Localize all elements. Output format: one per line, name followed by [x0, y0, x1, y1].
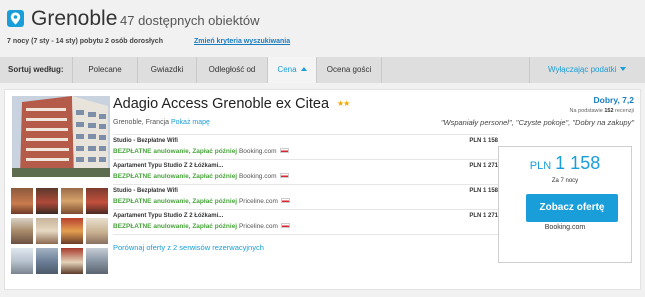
divider — [381, 57, 382, 83]
offer-provider: Priceline.com — [238, 223, 278, 230]
hotel-name[interactable]: Adagio Access Grenoble ex Citea — [113, 96, 329, 112]
offer-price: PLN 1 271 — [469, 163, 498, 169]
chevron-down-icon — [620, 67, 627, 71]
sort-option-distance[interactable]: Odległość od — [197, 57, 267, 83]
review-count-number: 152 — [604, 108, 614, 114]
hotel-location: Grenoble, Francja Pokaż mapę — [113, 119, 210, 126]
tax-filter-dropdown[interactable]: Wyłączając podatki — [530, 57, 645, 83]
hotel-main-photo[interactable] — [12, 96, 110, 177]
photo-thumbnail[interactable] — [11, 188, 33, 214]
sort-ascending-icon — [300, 67, 307, 71]
location-pin-icon — [7, 10, 24, 27]
city-title: Grenoble — [31, 7, 118, 30]
review-highlights: "Wspaniały personel", "Czyste pokoje", "… — [440, 118, 634, 127]
review-count: Na podstawie 152 recenzji — [569, 108, 634, 114]
flag-icon — [280, 223, 290, 228]
sort-bar: Sortuj według: Polecane Gwiazdki Odległo… — [0, 57, 645, 83]
flag-icon — [280, 198, 290, 203]
divider — [113, 184, 498, 185]
offer-provider: Priceline.com — [238, 198, 278, 205]
offer-provider: Booking.com — [238, 148, 277, 155]
offer-price: PLN 1 271 — [469, 213, 498, 219]
best-price-amount: 1 158 — [555, 153, 601, 173]
review-count-prefix: Na podstawie — [569, 108, 603, 114]
offer-price: PLN 1 158 — [469, 138, 498, 144]
trip-summary: 7 nocy (7 sty - 14 sty) pobytu 2 osób do… — [7, 38, 163, 45]
offer-room-name: Apartament Typu Studio Z 2 Łóżkami... — [113, 213, 224, 219]
view-offer-button[interactable]: Zobacz ofertę — [526, 194, 618, 222]
show-map-link[interactable]: Pokaż mapę — [171, 119, 210, 126]
hotel-card: Adagio Access Grenoble ex Citea ★★ Greno… — [4, 89, 641, 290]
review-count-suffix: recenzji — [615, 108, 634, 114]
tax-filter-label: Wyłączając podatki — [548, 65, 617, 74]
photo-thumbnail[interactable] — [86, 188, 108, 214]
hotel-star-rating: ★★ — [337, 99, 350, 108]
offer-cancellation: BEZPŁATNE anulowanie, Zapłać później Pri… — [113, 198, 290, 205]
photo-thumbnail[interactable] — [61, 248, 83, 274]
sort-option-stars[interactable]: Gwiazdki — [138, 57, 196, 83]
compare-offers-link[interactable]: Porównaj oferty z 2 serwisów rezerwacyjn… — [113, 243, 264, 252]
offer-source: Booking.com — [544, 224, 586, 231]
offer-cancellation-text: BEZPŁATNE anulowanie, Zapłać później — [113, 223, 238, 230]
offer-cancellation: BEZPŁATNE anulowanie, Zapłać później Boo… — [113, 148, 289, 155]
offer-cancellation-text: BEZPŁATNE anulowanie, Zapłać później — [113, 173, 238, 180]
change-criteria-link[interactable]: Zmień kryteria wyszukiwania — [194, 38, 290, 45]
offer-provider: Booking.com — [238, 173, 277, 180]
offer-cancellation: BEZPŁATNE anulowanie, Zapłać później Pri… — [113, 223, 290, 230]
best-price: PLN 1 158 — [499, 153, 631, 174]
guest-rating: Dobry, 7,2 — [593, 95, 634, 105]
sort-option-price-label: Cena — [277, 65, 297, 74]
best-price-currency: PLN — [529, 160, 552, 172]
photo-thumbnail[interactable] — [36, 218, 58, 244]
photo-thumbnail[interactable] — [61, 188, 83, 214]
results-header: Grenoble 47 dostępnych obiektów 7 nocy (… — [0, 0, 645, 56]
flag-icon — [279, 148, 289, 153]
offer-room-name: Studio - Bezpłatne Wifi — [113, 138, 178, 144]
sort-option-recommended[interactable]: Polecane — [73, 57, 137, 83]
divider — [113, 234, 498, 235]
offer-price: PLN 1 158 — [469, 188, 498, 194]
offer-room-name: Studio - Bezpłatne Wifi — [113, 188, 178, 194]
offer-cancellation-text: BEZPŁATNE anulowanie, Zapłać później — [113, 198, 238, 205]
divider — [113, 159, 498, 160]
hotel-city: Grenoble, Francja — [113, 119, 170, 126]
divider — [113, 134, 498, 135]
flag-icon — [279, 173, 289, 178]
offer-cancellation: BEZPŁATNE anulowanie, Zapłać później Boo… — [113, 173, 289, 180]
divider — [113, 209, 498, 210]
sort-option-price[interactable]: Cena — [268, 57, 316, 83]
photo-thumbnail[interactable] — [36, 248, 58, 274]
photo-thumbnail[interactable] — [11, 248, 33, 274]
sort-option-rating[interactable]: Ocena gości — [317, 57, 381, 83]
price-nights: Za 7 nocy — [551, 178, 579, 184]
best-price-box: PLN 1 158 Za 7 nocy Zobacz ofertę Booking… — [498, 146, 632, 263]
offer-cancellation-text: BEZPŁATNE anulowanie, Zapłać później — [113, 148, 238, 155]
results-count: 47 dostępnych obiektów — [120, 13, 260, 28]
photo-thumbnail[interactable] — [61, 218, 83, 244]
photo-thumbnail[interactable] — [11, 218, 33, 244]
offer-room-name: Apartament Typu Studio Z 2 Łóżkami... — [113, 163, 224, 169]
photo-thumbnail[interactable] — [86, 248, 108, 274]
sort-label: Sortuj według: — [8, 65, 64, 74]
photo-thumbnail[interactable] — [36, 188, 58, 214]
photo-thumbnail[interactable] — [86, 218, 108, 244]
